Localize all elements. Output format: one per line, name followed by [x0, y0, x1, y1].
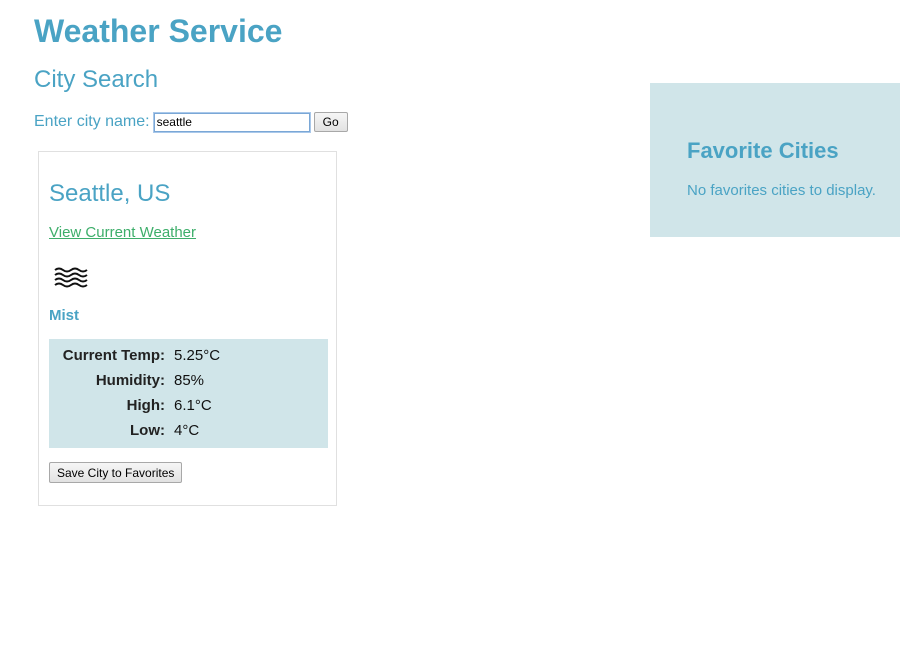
stat-label: High: — [126, 397, 165, 414]
page: Weather Service City Search Enter city n… — [0, 0, 900, 650]
city-search-input[interactable] — [152, 111, 311, 133]
city-name: Seattle, US — [49, 180, 171, 207]
go-button[interactable]: Go — [313, 112, 348, 132]
weather-stats: Current Temp: 5.25°C Humidity: 85% High:… — [49, 339, 328, 448]
stat-label: Humidity: — [95, 372, 165, 389]
favorites-empty-message: No favorites cities to display. — [687, 182, 876, 199]
stat-row-high: High: 6.1°C — [49, 393, 328, 418]
stat-value: 5.25°C — [174, 347, 221, 364]
stat-label: Low: — [130, 422, 165, 439]
search-row: Enter city name: Go — [34, 110, 348, 134]
search-label: Enter city name: — [34, 113, 150, 130]
app-title: Weather Service — [34, 13, 283, 49]
stat-value: 85% — [174, 372, 205, 389]
city-result-card: Seattle, US View Current Weather Mist Cu… — [38, 151, 337, 506]
stat-row-low: Low: 4°C — [49, 418, 328, 443]
weather-condition: Mist — [49, 307, 79, 324]
stat-value: 6.1°C — [174, 397, 212, 414]
stat-label: Current Temp: — [62, 347, 165, 364]
favorites-title: Favorite Cities — [687, 138, 839, 163]
mist-icon — [54, 267, 88, 288]
stat-row-current-temp: Current Temp: 5.25°C — [49, 343, 328, 368]
view-current-weather-link[interactable]: View Current Weather — [49, 224, 196, 241]
city-search-title: City Search — [34, 66, 159, 93]
favorites-panel: Favorite Cities No favorites cities to d… — [650, 83, 900, 237]
stat-value: 4°C — [174, 422, 200, 439]
stat-row-humidity: Humidity: 85% — [49, 368, 328, 393]
save-city-to-favorites-button[interactable]: Save City to Favorites — [49, 462, 183, 483]
